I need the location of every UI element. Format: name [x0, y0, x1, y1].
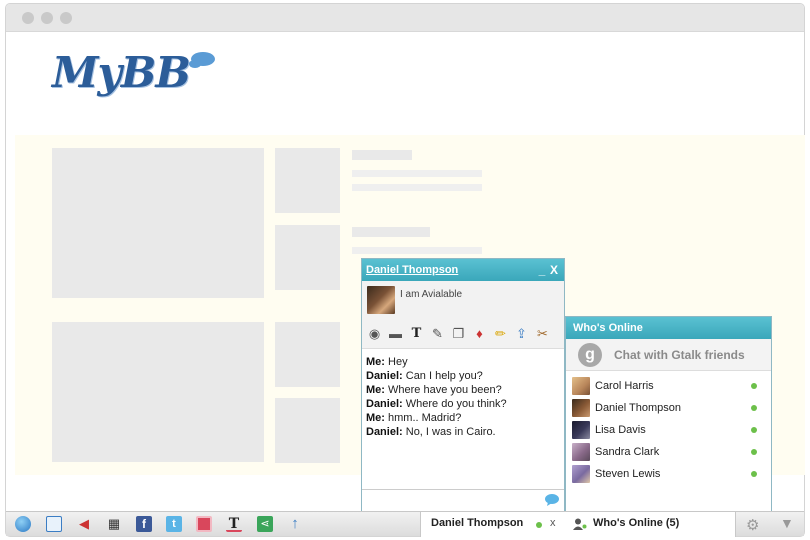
twitter-icon[interactable]: t	[166, 516, 182, 532]
online-status-dot	[751, 405, 757, 411]
globe-icon[interactable]	[15, 516, 31, 532]
chat-tab-label: Daniel Thompson	[431, 517, 524, 529]
gear-icon[interactable]: ⚙	[746, 516, 759, 534]
gtalk-button[interactable]: g Chat with Gtalk friends	[566, 339, 771, 371]
user-avatar	[572, 443, 590, 461]
contact-status-text: I am Avialable	[400, 289, 463, 300]
user-name: Daniel Thompson	[595, 402, 682, 414]
placeholder-image	[52, 322, 264, 462]
broom-icon[interactable]: ✂	[534, 325, 551, 342]
online-status-dot	[536, 522, 542, 528]
pencil-icon[interactable]: ✏	[492, 325, 509, 342]
chat-minimize-button[interactable]: _	[536, 263, 548, 277]
online-status-dot	[751, 383, 757, 389]
online-user[interactable]: Daniel Thompson	[566, 397, 771, 419]
user-name: Sandra Clark	[595, 446, 660, 458]
cards-icon[interactable]: ♦	[471, 325, 488, 342]
chat-message-list: Me: Hey Daniel: Can I help you? Me: Wher…	[362, 349, 564, 487]
text-format-icon[interactable]: T	[408, 325, 425, 342]
online-status-dot	[751, 471, 757, 477]
megaphone-icon[interactable]: ◀	[76, 516, 92, 532]
online-status-dot	[751, 427, 757, 433]
chat-message-input[interactable]	[362, 489, 564, 511]
chat-profile: I am Avialable ◉ ▬ T ✎ ❐ ♦ ✏ ⇪ ✂	[362, 281, 564, 349]
webcam-icon[interactable]: ◉	[366, 325, 383, 342]
placeholder-thumb	[275, 398, 340, 463]
google-icon: g	[578, 343, 602, 367]
online-user-list: Carol Harris Daniel Thompson Lisa Davis …	[566, 371, 771, 485]
screen-share-icon[interactable]: ▬	[387, 325, 404, 342]
whos-online-header: Who's Online	[566, 317, 771, 339]
placeholder-thumb	[275, 225, 340, 290]
online-user[interactable]: Sandra Clark	[566, 441, 771, 463]
whos-online-tab-label: Who's Online (5)	[593, 517, 680, 529]
online-user[interactable]: Carol Harris	[566, 375, 771, 397]
user-avatar	[572, 465, 590, 483]
chat-header: Daniel Thompson _ X	[362, 259, 564, 281]
user-avatar	[572, 421, 590, 439]
chat-message: Daniel: No, I was in Cairo.	[366, 426, 496, 438]
whos-online-tab[interactable]: Who's Online (5)	[564, 512, 736, 537]
chat-tab-close-button[interactable]: x	[550, 517, 556, 529]
text-icon[interactable]: T	[226, 516, 242, 532]
window-icon[interactable]	[46, 516, 62, 532]
placeholder-thumb	[275, 148, 340, 213]
chat-message: Me: Hey	[366, 356, 408, 368]
placeholder-line	[352, 170, 482, 177]
browser-titlebar	[6, 4, 804, 32]
chat-message: Daniel: Where do you think?	[366, 398, 507, 410]
placeholder-line	[352, 184, 482, 191]
placeholder-heading	[352, 227, 430, 237]
chat-message: Daniel: Can I help you?	[366, 370, 483, 382]
online-user[interactable]: Lisa Davis	[566, 419, 771, 441]
gtalk-label: Chat with Gtalk friends	[614, 348, 745, 362]
bottom-toolbar: ◀ ▦ f t T ⋖ ↑ Daniel Thompson x Who's On…	[6, 511, 804, 537]
chat-message: Me: Where have you been?	[366, 384, 502, 396]
placeholder-image	[52, 148, 264, 298]
window-close-dot[interactable]	[22, 12, 34, 24]
user-online-icon	[573, 518, 587, 530]
chat-message: Me: hmm.. Madrid?	[366, 412, 462, 424]
online-user[interactable]: Steven Lewis	[566, 463, 771, 485]
notes-icon[interactable]: ❐	[450, 325, 467, 342]
chevron-down-icon[interactable]: ▼	[780, 515, 794, 531]
placeholder-line	[352, 247, 482, 254]
chat-tab-daniel[interactable]: Daniel Thompson x	[420, 512, 566, 537]
chat-contact-name[interactable]: Daniel Thompson	[366, 264, 536, 276]
chat-window: Daniel Thompson _ X I am Avialable ◉ ▬ T…	[361, 258, 565, 512]
share-icon[interactable]: ⋖	[257, 516, 273, 532]
send-bubble-icon[interactable]	[544, 493, 560, 507]
user-name: Lisa Davis	[595, 424, 646, 436]
contact-avatar	[367, 286, 395, 314]
upload-icon[interactable]: ⇪	[513, 325, 530, 342]
facebook-icon[interactable]: f	[136, 516, 152, 532]
placeholder-heading	[352, 150, 412, 160]
chat-toolbar: ◉ ▬ T ✎ ❐ ♦ ✏ ⇪ ✂	[366, 325, 551, 342]
chat-close-button[interactable]: X	[548, 263, 560, 277]
whos-online-panel: Who's Online g Chat with Gtalk friends C…	[565, 316, 772, 512]
placeholder-thumb	[275, 322, 340, 387]
upload-arrow-icon[interactable]: ↑	[287, 516, 303, 532]
window-minimize-dot[interactable]	[41, 12, 53, 24]
user-name: Steven Lewis	[595, 468, 661, 480]
user-avatar	[572, 377, 590, 395]
whiteboard-icon[interactable]: ✎	[429, 325, 446, 342]
user-avatar	[572, 399, 590, 417]
mybb-logo: MyBB	[52, 48, 191, 97]
online-status-dot	[751, 449, 757, 455]
user-name: Carol Harris	[595, 380, 654, 392]
space-invader-icon[interactable]: ▦	[106, 516, 122, 532]
block-icon[interactable]	[196, 516, 212, 532]
logo-bubble-icon	[189, 52, 215, 68]
window-maximize-dot[interactable]	[60, 12, 72, 24]
